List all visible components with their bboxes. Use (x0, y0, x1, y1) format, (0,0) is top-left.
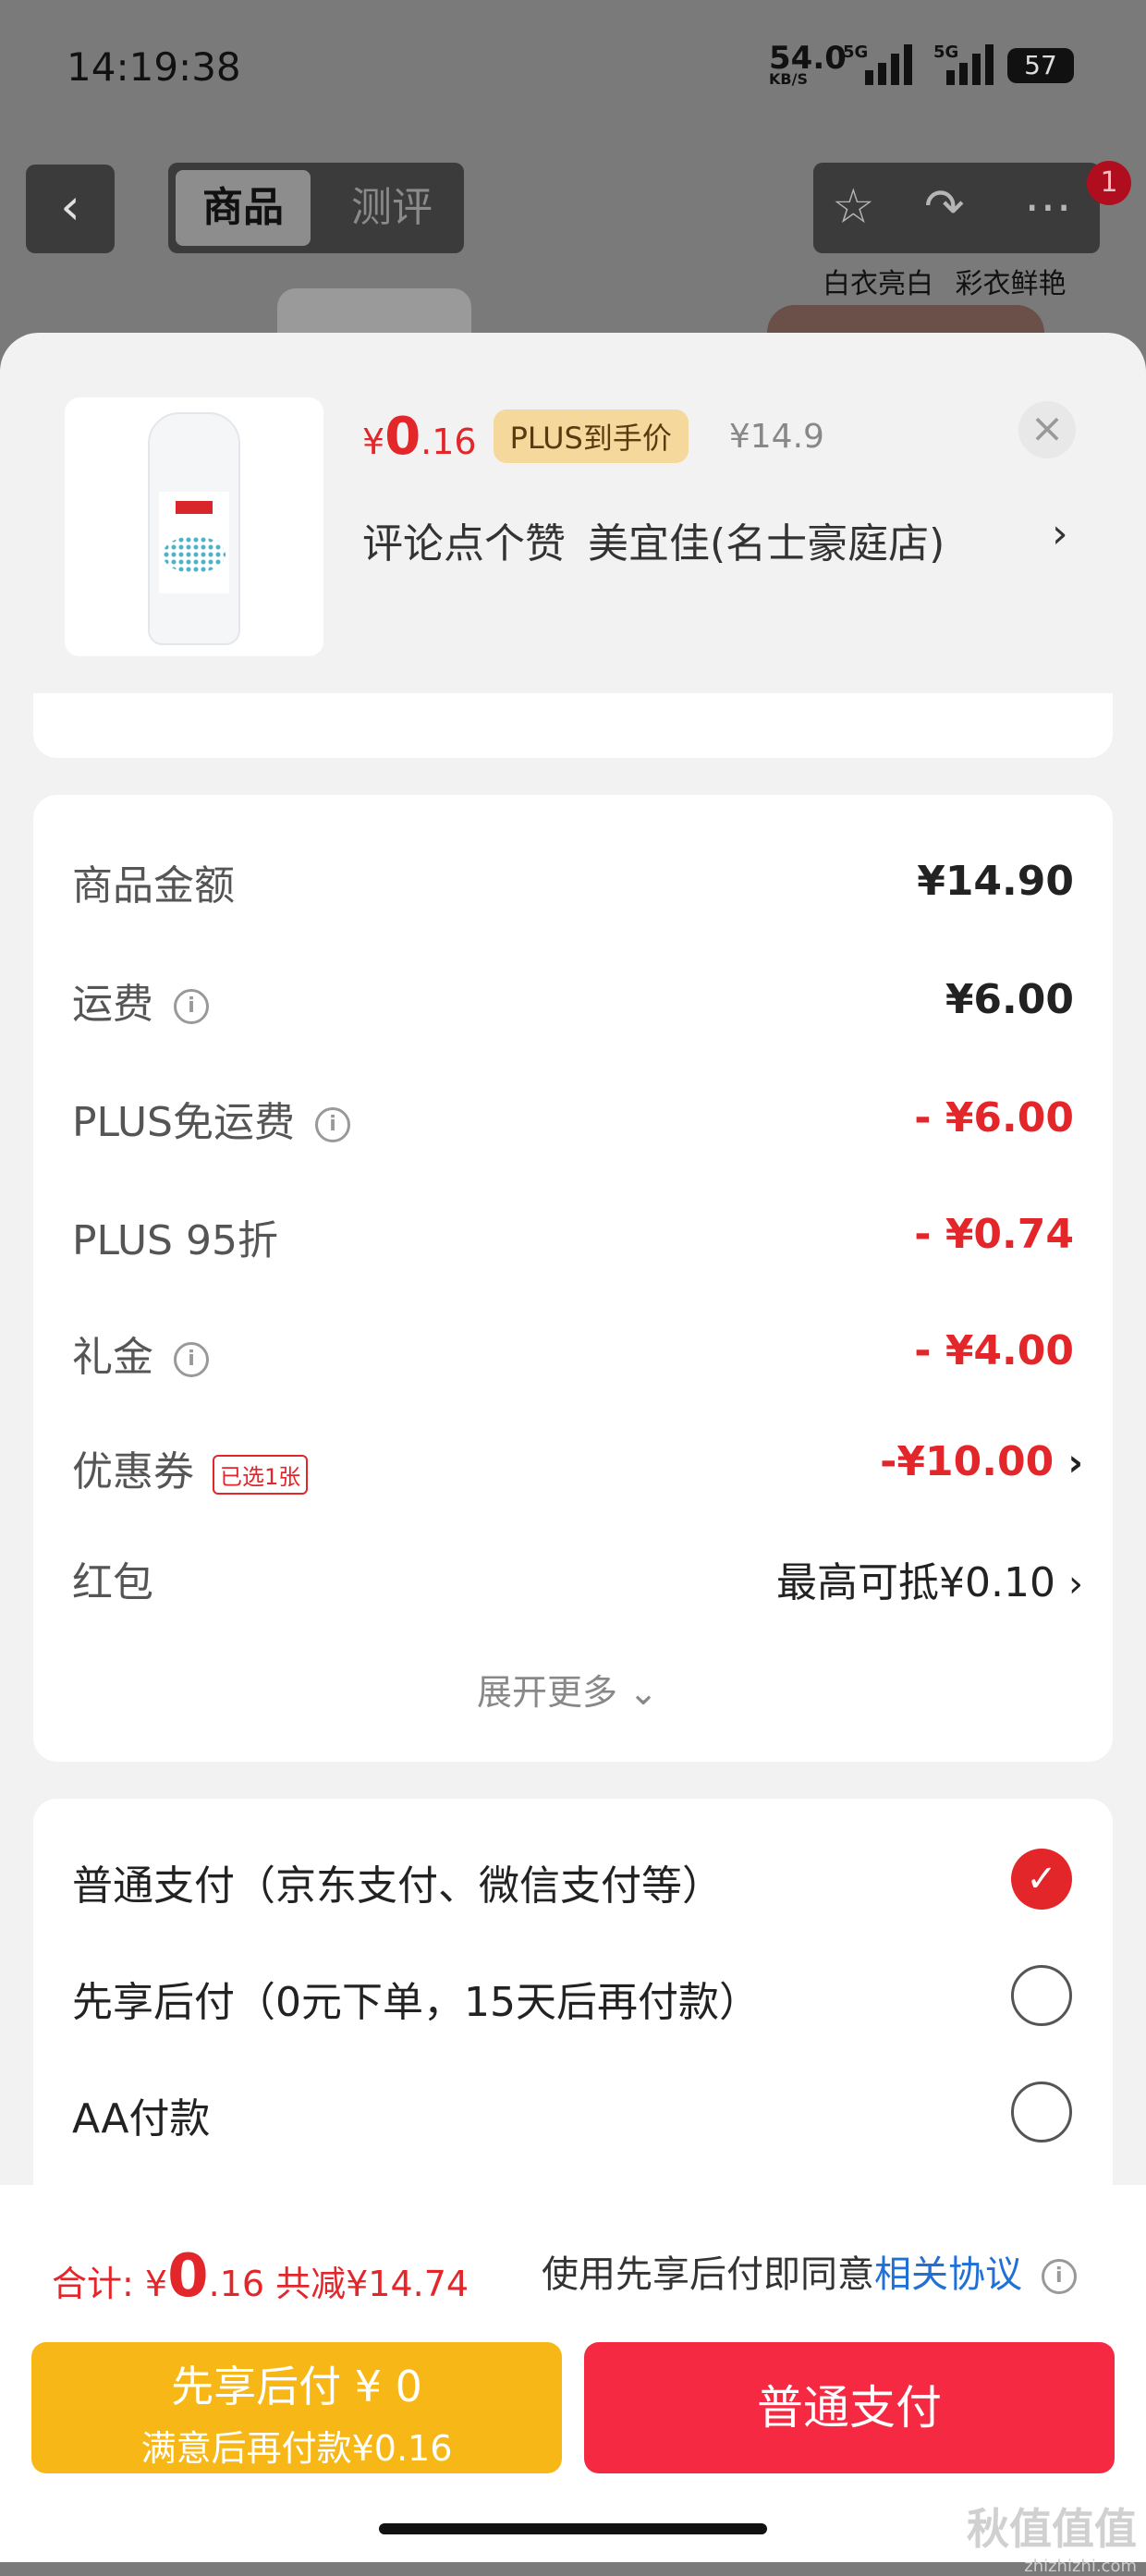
collapsed-card: ——————— (33, 693, 1113, 758)
radio-later[interactable] (1011, 1965, 1072, 2026)
signal-icon (946, 43, 994, 85)
cost-breakdown-card (33, 795, 1113, 1762)
plus95-value: - ¥0.74 (914, 1211, 1074, 1258)
agreement-text: 使用先享后付即同意相关协议 i (542, 2244, 1077, 2298)
info-icon[interactable]: i (315, 1107, 350, 1142)
shipping-value: ¥6.00 (945, 976, 1074, 1023)
payment-aa-label[interactable]: AA付款 (72, 2085, 210, 2144)
chevron-right-icon: › (1068, 1563, 1083, 1605)
total-amount: 合计: ¥0.16 共减¥14.74 (52, 2242, 469, 2311)
plus95-label: PLUS 95折 (72, 1217, 278, 1264)
bottle-illustration (148, 412, 240, 645)
goods-amount-label: 商品金额 (72, 862, 235, 910)
gift-label: 礼金 i (72, 1324, 209, 1383)
goods-amount-value: ¥14.90 (917, 858, 1074, 905)
redpacket-label: 红包 (72, 1559, 153, 1606)
coupon-label: 优惠券 已选1张 (72, 1438, 309, 1497)
info-icon[interactable]: i (174, 1342, 209, 1377)
back-button[interactable]: ‹ (26, 165, 115, 253)
original-price: ¥14.9 (728, 417, 824, 456)
network-speed: 54.0 KB/S (769, 43, 847, 87)
expand-more-button[interactable]: 展开更多 ⌄ (477, 1664, 658, 1715)
watermark: 秋值值值 zhizhizhi.com (967, 2504, 1137, 2576)
tab-bar: 商品 测评 (168, 163, 464, 253)
payment-normal-label[interactable]: 普通支付（京东支付、微信支付等） (72, 1852, 723, 1911)
share-icon[interactable]: ↷ (924, 179, 965, 235)
signal-icon (865, 43, 912, 85)
plus-shipping-label: PLUS免运费 i (72, 1089, 350, 1148)
notification-badge: 1 (1087, 161, 1131, 205)
current-price: ¥0.16 (362, 406, 477, 467)
check-icon[interactable]: ✓ (1011, 1849, 1072, 1910)
tab-goods[interactable]: 商品 (176, 170, 311, 246)
close-button[interactable]: × (1018, 401, 1076, 458)
info-icon[interactable]: i (174, 989, 209, 1024)
plus-price-tag: PLUS到手价 (493, 409, 689, 463)
chevron-left-icon: ‹ (60, 177, 80, 236)
coupon-value[interactable]: -¥10.00 › (880, 1438, 1083, 1485)
store-name[interactable]: 评论点个赞 美宜佳(名士豪庭店) (362, 510, 945, 569)
star-icon[interactable]: ☆ (832, 179, 875, 235)
chevron-down-icon: ⌄ (628, 1672, 658, 1713)
info-icon[interactable]: i (1041, 2259, 1077, 2294)
home-indicator (379, 2523, 767, 2534)
product-image (65, 397, 323, 656)
more-icon[interactable]: ⋯ (1024, 179, 1072, 235)
price-row: ¥0.16 PLUS到手价 ¥14.9 (362, 406, 824, 467)
status-time: 14:19:38 (67, 44, 241, 90)
pay-normal-button[interactable]: 普通支付 (584, 2342, 1115, 2473)
shipping-label: 运费 i (72, 971, 209, 1030)
chevron-right-icon[interactable]: › (1052, 510, 1068, 557)
redpacket-value[interactable]: 最高可抵¥0.10 › (776, 1549, 1083, 1608)
gift-value: - ¥4.00 (914, 1327, 1074, 1374)
tab-review[interactable]: 测评 (327, 170, 457, 246)
status-bar: 14:19:38 54.0 KB/S 5G 5G 57 (0, 0, 1146, 139)
chevron-right-icon: › (1067, 1442, 1083, 1484)
payment-later-label[interactable]: 先享后付（0元下单，15天后再付款） (72, 1969, 760, 2028)
battery-icon: 57 (1007, 48, 1074, 83)
coupon-selected-tag: 已选1张 (213, 1454, 309, 1495)
plus-shipping-value: - ¥6.00 (914, 1094, 1074, 1141)
banner-caption: 白衣亮白 彩衣鲜艳 (823, 268, 1067, 300)
radio-aa[interactable] (1011, 2082, 1072, 2143)
header-actions: ☆ ↷ ⋯ (813, 163, 1100, 253)
agreement-link[interactable]: 相关协议 (874, 2253, 1022, 2296)
pay-later-button[interactable]: 先享后付 ¥ 0 满意后再付款¥0.16 (31, 2342, 562, 2473)
